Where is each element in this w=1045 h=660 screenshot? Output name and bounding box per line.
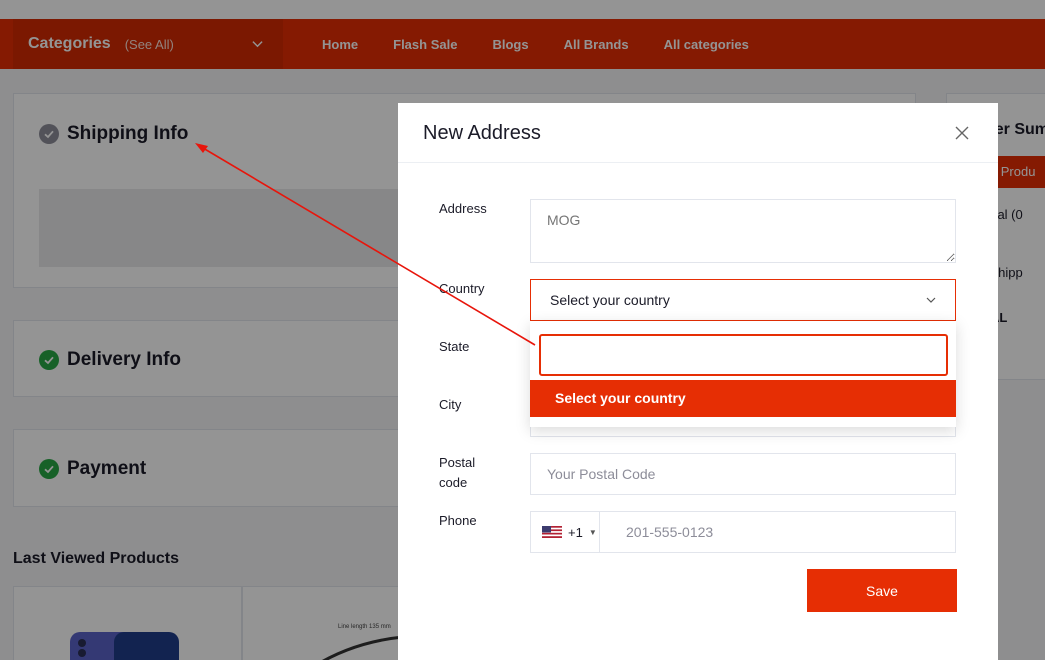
save-button[interactable]: Save	[807, 569, 957, 612]
postal-code-label-line1: Postal	[439, 455, 476, 470]
country-dropdown-menu: Select your country	[530, 321, 956, 427]
new-address-modal: New Address Address Country Select your …	[398, 103, 998, 660]
address-textarea[interactable]	[530, 199, 956, 263]
phone-country-code: +1	[568, 524, 583, 540]
country-label: Country	[439, 281, 485, 296]
state-label: State	[439, 339, 470, 354]
phone-label: Phone	[439, 513, 477, 528]
us-flag-icon	[542, 526, 562, 538]
chevron-down-icon	[926, 297, 936, 303]
country-option[interactable]: Select your country	[530, 380, 956, 417]
country-select-value: Select your country	[550, 292, 670, 308]
city-label: City	[439, 397, 462, 412]
country-search-input[interactable]	[539, 334, 948, 376]
close-icon[interactable]	[954, 125, 970, 141]
modal-title: New Address	[423, 122, 541, 144]
postal-code-label-line2: code	[439, 475, 468, 490]
address-label: Address	[439, 201, 487, 216]
country-code-dropdown[interactable]: +1 ▼	[531, 512, 600, 552]
phone-field: +1 ▼	[530, 511, 956, 553]
caret-down-icon: ▼	[588, 527, 597, 537]
modal-header: New Address	[398, 103, 998, 163]
phone-input[interactable]	[600, 512, 955, 552]
country-select[interactable]: Select your country	[530, 279, 956, 321]
postal-code-input[interactable]	[530, 453, 956, 495]
postal-code-label: Postal code	[439, 453, 475, 493]
